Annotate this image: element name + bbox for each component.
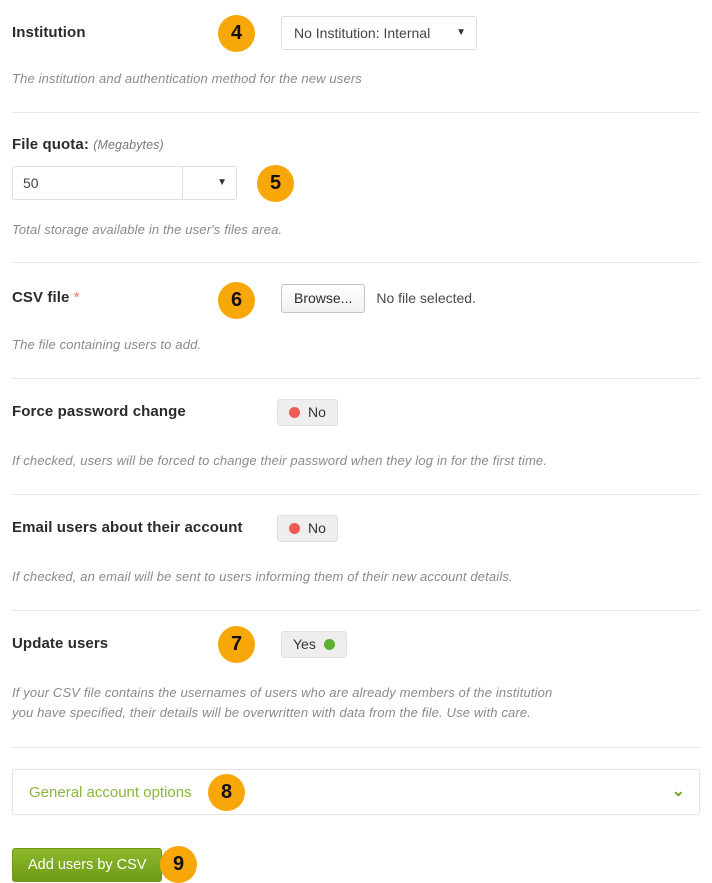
step-badge-9: 9 [160,846,197,883]
force-password-change-value: No [308,404,326,420]
file-quota-units: (Megabytes) [93,138,164,152]
email-users-toggle[interactable]: No [277,514,338,542]
institution-label: Institution [12,24,86,41]
form-row-update-users: Update users 7 Yes If your CSV file cont… [0,611,712,723]
add-users-by-csv-button[interactable]: Add users by CSV [12,848,163,882]
general-account-options-header[interactable]: General account options ⌄ [12,769,700,815]
form-row-institution: Institution 4 No Institution: Internal ▼… [0,0,712,89]
force-password-change-label: Force password change [12,403,186,420]
institution-select[interactable]: No Institution: Internal ▼ [281,16,477,50]
institution-select-value: No Institution: Internal [294,25,431,41]
browse-button[interactable]: Browse... [281,283,366,313]
file-quota-input-group: ▼ [12,166,237,200]
csv-file-label: CSV file * [12,288,240,308]
form-row-email-users: Email users about their account No If ch… [0,495,712,587]
update-users-control: 7 Yes [218,625,347,663]
form-row-csv-file: CSV file * 6 Browse... No file selected.… [0,263,712,355]
file-quota-label-text: File quota: [12,136,89,153]
chevron-down-icon: ▼ [456,27,466,38]
force-password-change-row-main: Force password change No [12,395,700,429]
force-password-change-toggle[interactable]: No [277,398,338,426]
add-users-by-csv-form: Institution 4 No Institution: Internal ▼… [0,0,712,883]
divider-6 [12,747,700,748]
status-dot-off-icon [289,406,300,418]
file-quota-stepper-button[interactable]: ▼ [182,166,237,200]
csv-file-help-text: The file containing users to add. [12,337,202,352]
force-password-change-control: No [277,398,338,426]
institution-help-text: The institution and authentication metho… [12,71,362,86]
general-account-options-section: General account options ⌄ 8 [0,769,712,815]
update-users-label: Update users [12,635,109,652]
csv-file-control: 6 Browse... No file selected. [218,281,476,319]
update-users-toggle[interactable]: Yes [281,630,347,658]
update-users-value: Yes [293,636,316,652]
csv-file-label-text: CSV file [12,289,70,306]
institution-control: 4 No Institution: Internal ▼ [218,15,477,52]
force-password-change-help-text: If checked, users will be forced to chan… [12,453,548,468]
step-badge-4: 4 [218,15,255,52]
update-users-row-main: Update users 7 Yes [12,625,700,663]
email-users-label: Email users about their account [12,519,243,536]
step-badge-8: 8 [208,774,245,811]
chevron-down-icon: ▼ [217,177,227,188]
file-quota-control: ▼ 5 [12,165,700,202]
step-badge-5: 5 [257,165,294,202]
general-account-options-title: General account options [29,783,192,801]
step-badge-6: 6 [218,281,255,319]
email-users-value: No [308,520,326,536]
csv-file-row-main: CSV file * 6 Browse... No file selected. [12,281,700,319]
status-dot-on-icon [323,638,335,650]
file-quota-input[interactable] [12,166,182,200]
email-users-row-main: Email users about their account No [12,511,700,545]
email-users-control: No [277,514,338,542]
update-users-help-text: If your CSV file contains the usernames … [12,685,553,720]
required-asterisk: * [73,289,80,306]
status-dot-off-icon [289,522,300,534]
step-badge-7: 7 [218,625,255,663]
file-quota-label: File quota: (Megabytes) [12,135,700,155]
form-row-file-quota: File quota: (Megabytes) ▼ 5 Total storag… [0,113,712,240]
submit-section: Add users by CSV 9 [0,846,712,883]
file-selected-status: No file selected. [376,290,476,306]
institution-row-main: Institution 4 No Institution: Internal ▼ [12,15,700,52]
form-row-force-password-change: Force password change No If checked, use… [0,379,712,471]
csv-file-input[interactable]: Browse... No file selected. [281,283,476,313]
chevron-down-icon: ⌄ [671,783,685,800]
email-users-help-text: If checked, an email will be sent to use… [12,569,513,584]
file-quota-help-text: Total storage available in the user's fi… [12,222,283,237]
